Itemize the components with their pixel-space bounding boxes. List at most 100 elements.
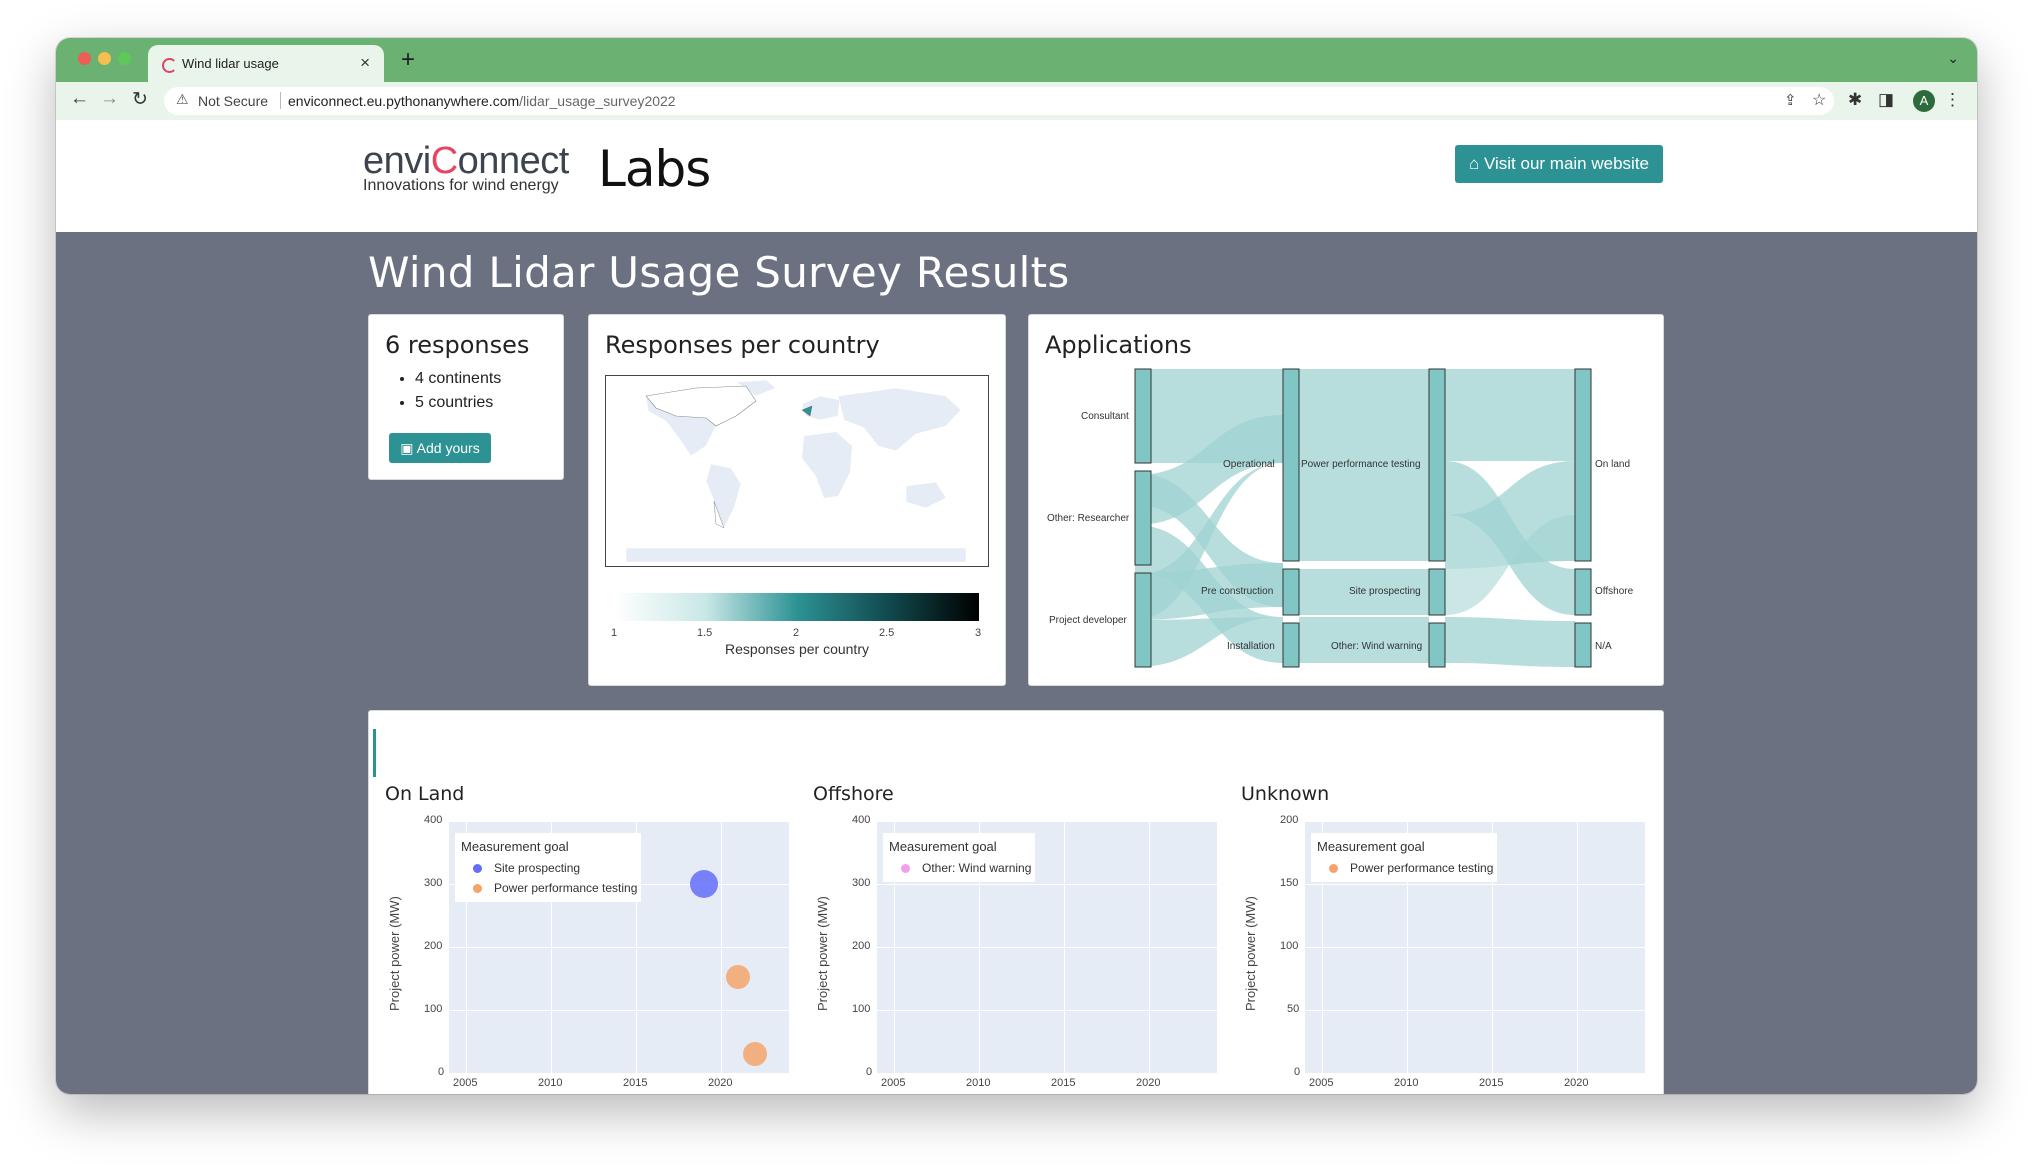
sankey-link bbox=[1445, 617, 1575, 667]
brand-tagline: Innovations for wind energy bbox=[363, 177, 559, 194]
world-choropleth-map[interactable] bbox=[605, 375, 989, 567]
legend-item[interactable]: Power performance testing bbox=[1317, 858, 1493, 878]
menu-kebab-icon[interactable]: ⋮ bbox=[1944, 90, 1961, 110]
page-title: Wind Lidar Usage Survey Results bbox=[368, 248, 1070, 297]
x-tick-label: 2005 bbox=[453, 1077, 478, 1089]
sankey-label-onland: On land bbox=[1595, 459, 1631, 470]
share-icon[interactable]: ⇪ bbox=[1784, 91, 1797, 109]
legend-title: Measurement goal bbox=[1317, 839, 1425, 854]
browser-window: Wind lidar usage × + ⌄ ← → ↻ ⚠ Not Secur… bbox=[56, 38, 1977, 1094]
chart-legend: Measurement goal Power performance testin… bbox=[1311, 833, 1498, 882]
sankey-node-preconstruction bbox=[1282, 568, 1300, 616]
y-tick-label: 100 bbox=[424, 1003, 443, 1015]
close-window-button[interactable] bbox=[78, 52, 91, 65]
legend-marker-icon bbox=[1329, 864, 1338, 874]
y-tick-label: 0 bbox=[866, 1066, 873, 1078]
bookmark-star-icon[interactable]: ☆ bbox=[1812, 90, 1826, 110]
url-text[interactable]: enviconnect.eu.pythonanywhere.com/lidar_… bbox=[288, 93, 676, 109]
new-tab-icon[interactable]: + bbox=[401, 46, 415, 74]
browser-tab[interactable]: Wind lidar usage × bbox=[148, 45, 384, 82]
legend-item[interactable]: Site prospecting bbox=[461, 858, 637, 878]
x-tick-label: 2010 bbox=[1394, 1077, 1419, 1089]
legend-title: Measurement goal bbox=[461, 839, 569, 854]
y-tick-label: 200 bbox=[852, 940, 871, 952]
labs-wordmark: Labs bbox=[598, 140, 711, 198]
project-power-card: On Land 2005 2010 2015 2020 0 100 200 300 400 Proj… bbox=[368, 710, 1664, 1094]
side-panel-icon[interactable]: ◨ bbox=[1878, 90, 1894, 110]
y-tick-label: 300 bbox=[424, 877, 443, 889]
colorbar-tick: 3 bbox=[975, 627, 982, 639]
legend-item-label: Power performance testing bbox=[494, 881, 638, 895]
y-gridline bbox=[1305, 947, 1645, 948]
browser-toolbar: ← → ↻ ⚠ Not Secure enviconnect.eu.python… bbox=[56, 82, 1977, 121]
profile-avatar[interactable]: A bbox=[1913, 90, 1935, 112]
sankey-node-consultant bbox=[1134, 368, 1152, 464]
y-tick-label: 150 bbox=[1280, 877, 1299, 889]
y-tick-label: 400 bbox=[424, 814, 443, 826]
site-header: enviConnect Innovations for wind energy … bbox=[56, 120, 1977, 232]
legend-marker-icon bbox=[473, 884, 482, 894]
add-yours-button[interactable]: ▣ Add yours bbox=[389, 433, 491, 463]
enviconnect-logo[interactable]: enviConnect Innovations for wind energy bbox=[363, 140, 569, 195]
countries-count: 5 countries bbox=[415, 391, 501, 415]
y-gridline bbox=[877, 884, 1217, 885]
y-gridline bbox=[449, 947, 789, 948]
y-axis-label: Project power (MW) bbox=[815, 896, 830, 1011]
y-tick-label: 50 bbox=[1287, 1003, 1300, 1015]
y-tick-label: 400 bbox=[852, 814, 871, 826]
legend-item-label: Site prospecting bbox=[494, 861, 581, 875]
legend-title: Measurement goal bbox=[889, 839, 997, 854]
sankey-label-researcher: Other: Researcher bbox=[1047, 513, 1130, 524]
y-tick-label: 200 bbox=[424, 940, 443, 952]
legend-item[interactable]: Power performance testing bbox=[461, 878, 637, 898]
sankey-label-na: N/A bbox=[1595, 641, 1612, 652]
legend-item[interactable]: Other: Wind warning bbox=[889, 858, 1031, 878]
vote-icon: ▣ bbox=[400, 440, 417, 456]
zoom-window-button[interactable] bbox=[118, 52, 131, 65]
y-axis-label: Project power (MW) bbox=[1243, 896, 1258, 1011]
sankey-node-site bbox=[1428, 568, 1446, 616]
address-bar[interactable]: ⚠ Not Secure enviconnect.eu.pythonanywhe… bbox=[164, 87, 1834, 115]
extensions-puzzle-icon[interactable]: ✱ bbox=[1848, 90, 1862, 110]
home-icon: ⌂ bbox=[1468, 154, 1484, 173]
plot-title: On Land bbox=[385, 783, 465, 805]
legend-marker-icon bbox=[473, 864, 482, 874]
data-point[interactable] bbox=[726, 965, 750, 990]
x-tick-label: 2010 bbox=[538, 1077, 563, 1089]
x-tick-label: 2005 bbox=[881, 1077, 906, 1089]
address-divider bbox=[280, 92, 281, 109]
responses-count: 6 responses bbox=[385, 331, 530, 359]
data-point[interactable] bbox=[743, 1042, 767, 1067]
summary-card: 6 responses 4 continents 5 countries ▣ A… bbox=[368, 314, 564, 480]
plot-title: Offshore bbox=[813, 783, 894, 805]
sankey-node-na bbox=[1574, 622, 1592, 668]
close-tab-icon[interactable]: × bbox=[360, 53, 370, 73]
sankey-node-offshore bbox=[1574, 568, 1592, 616]
sankey-label-site: Site prospecting bbox=[1349, 586, 1421, 597]
visit-main-website-button[interactable]: ⌂ Visit our main website bbox=[1455, 145, 1663, 183]
back-arrow-icon[interactable]: ← bbox=[70, 88, 89, 110]
y-gridline bbox=[449, 821, 789, 822]
x-tick-label: 2020 bbox=[1564, 1077, 1589, 1089]
minimize-window-button[interactable] bbox=[98, 52, 111, 65]
sankey-node-ppt bbox=[1428, 368, 1446, 562]
y-axis-label: Project power (MW) bbox=[387, 896, 402, 1011]
forward-arrow-icon[interactable]: → bbox=[100, 88, 119, 110]
sankey-label-installation: Installation bbox=[1227, 641, 1275, 652]
reload-icon[interactable]: ↻ bbox=[132, 88, 148, 111]
x-tick-label: 2020 bbox=[1136, 1077, 1161, 1089]
card-accent-bar bbox=[373, 729, 376, 777]
y-gridline bbox=[877, 947, 1217, 948]
x-tick-label: 2015 bbox=[1479, 1077, 1504, 1089]
applications-sankey[interactable] bbox=[1029, 315, 1663, 685]
applications-card: Applications Consultant Other: Researche… bbox=[1028, 314, 1664, 686]
colorbar-title: Responses per country bbox=[725, 641, 869, 657]
sankey-label-preconstruction: Pre construction bbox=[1201, 586, 1274, 597]
y-gridline bbox=[1305, 821, 1645, 822]
tab-title: Wind lidar usage bbox=[182, 56, 279, 71]
tab-search-chevron-icon[interactable]: ⌄ bbox=[1947, 50, 1959, 67]
colorbar-tick: 2.5 bbox=[879, 627, 895, 639]
data-point[interactable] bbox=[690, 870, 718, 898]
sankey-node-windwarning bbox=[1428, 622, 1446, 668]
y-tick-label: 0 bbox=[1294, 1066, 1301, 1078]
